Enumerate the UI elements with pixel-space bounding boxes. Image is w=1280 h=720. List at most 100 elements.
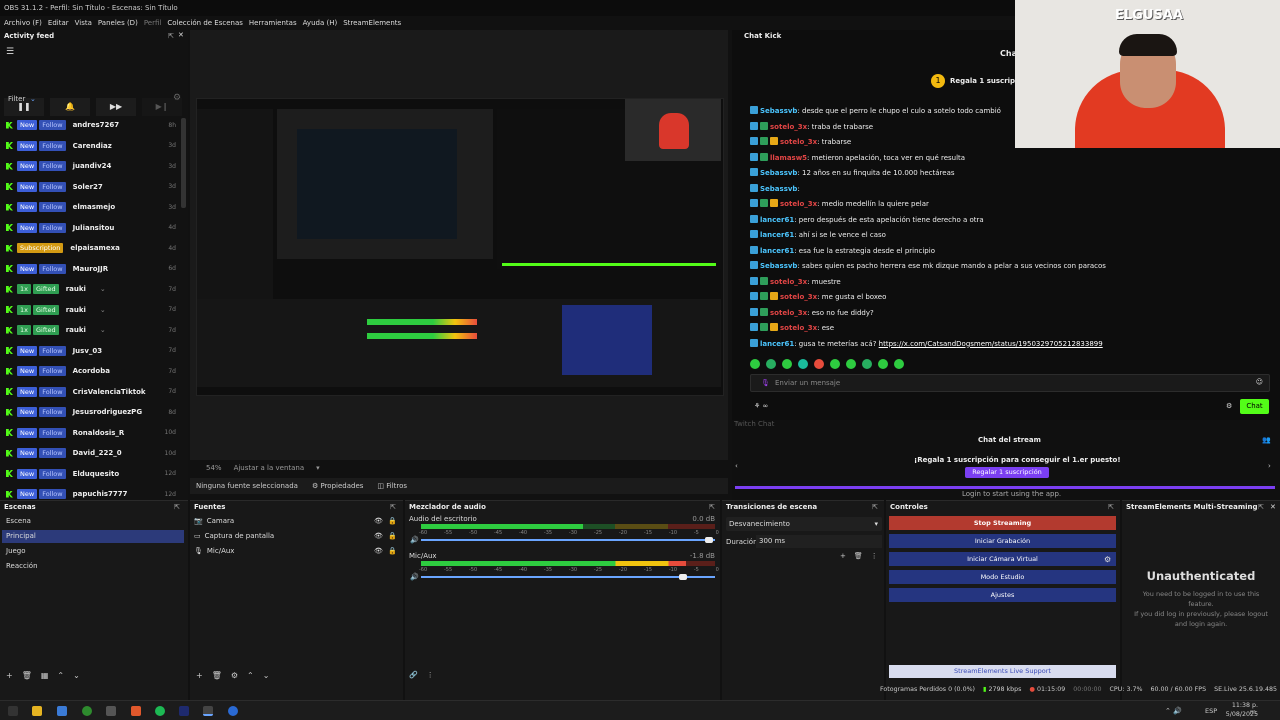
tray-icons[interactable]: ⌃ 🔊 [1165, 707, 1182, 715]
add-icon[interactable]: + [196, 671, 203, 680]
chat-username[interactable]: sotelo_3x [780, 324, 817, 332]
feed-row[interactable]: New Follow juandiv24 3d [0, 156, 178, 176]
feed-row[interactable]: Subscription elpaisamexa 4d [0, 238, 178, 258]
down-icon[interactable]: ⌄ [263, 671, 270, 680]
xbox-icon[interactable] [82, 706, 92, 716]
feed-row[interactable]: New Follow Carendiaz 3d [0, 136, 178, 156]
scene-item[interactable]: Escena [2, 515, 184, 528]
speaker-icon[interactable]: 🔊 [410, 536, 419, 544]
live-support-button[interactable]: StreamElements Live Support [889, 665, 1116, 678]
speaker-icon[interactable]: 🔊 [410, 573, 419, 581]
close-icon[interactable]: ✕ [1270, 503, 1276, 511]
more-icon[interactable]: ⋮ [427, 671, 434, 679]
link-icon[interactable]: 🔗 [409, 671, 418, 679]
add-icon[interactable]: + [840, 552, 846, 560]
emote-icon[interactable] [750, 359, 760, 369]
dock-options-icon[interactable]: ⇱ [709, 503, 715, 511]
chat-link[interactable]: https://x.com/CatsandDogsmem/status/1950… [879, 340, 1103, 348]
scene-item[interactable]: Principal [2, 530, 184, 543]
start-virtual-camera-button[interactable]: Iniciar Cámara Virtual [889, 552, 1116, 566]
chat-username[interactable]: lancer61 [760, 247, 794, 255]
up-icon[interactable]: ⌃ [57, 671, 64, 680]
menu-item[interactable]: Colección de Escenas [167, 16, 243, 30]
source-item[interactable]: 🎙 Mic/Aux 👁 🔒 [194, 545, 399, 558]
dock-options-icon[interactable]: ⇱ [1258, 503, 1264, 511]
zoom-value[interactable]: 54% [206, 464, 222, 474]
dock-options-icon[interactable]: ⇱ [390, 503, 396, 511]
snip-icon[interactable] [106, 706, 116, 716]
feed-row[interactable]: New Follow Ronaldosis_R 10d [0, 423, 178, 443]
virtual-cam-settings-icon[interactable]: ⚙ [1104, 555, 1111, 564]
lock-icon[interactable]: 🔒 [388, 530, 397, 543]
up-icon[interactable]: ⌃ [247, 671, 254, 680]
hamburger-icon[interactable]: ☰ [6, 47, 14, 57]
lock-icon[interactable]: 🔒 [388, 515, 397, 528]
spotify-icon[interactable] [155, 706, 165, 716]
chat-username[interactable]: sotelo_3x [780, 293, 817, 301]
obs-icon[interactable] [203, 706, 213, 716]
add-icon[interactable]: + [6, 671, 13, 680]
feed-row[interactable]: New Follow David_222_0 10d [0, 443, 178, 463]
chat-settings-icons[interactable]: ⚘ ∞ [754, 402, 768, 410]
emote-icon[interactable] [798, 359, 808, 369]
app-icon[interactable] [228, 706, 238, 716]
dock-options-icon[interactable]: ⇱ [1108, 503, 1114, 511]
eye-icon[interactable]: 👁 [374, 530, 383, 543]
chat-username[interactable]: Sebassvb [760, 262, 797, 270]
mute-alerts-button[interactable]: 🔔 [50, 98, 90, 116]
more-icon[interactable]: ⋮ [871, 552, 878, 560]
filter-icon[interactable]: ▦ [41, 671, 49, 680]
menu-item[interactable]: Perfil [144, 16, 162, 30]
feed-row[interactable]: 1x Gifted rauki ⌄ 7d [0, 279, 178, 299]
trash-icon[interactable]: 🗑 [22, 671, 32, 680]
volume-slider-knob[interactable] [679, 574, 687, 580]
transition-select[interactable]: Desvanecimiento ▾ [726, 517, 882, 531]
stop-streaming-button[interactable]: Stop Streaming [889, 516, 1116, 530]
chat-send-button[interactable]: Chat [1240, 399, 1269, 414]
emote-icon[interactable] [862, 359, 872, 369]
trash-icon[interactable]: 🗑 [854, 552, 863, 560]
chevron-down-icon[interactable]: ▾ [316, 464, 320, 474]
emoji-icon[interactable]: ☺ [1256, 378, 1263, 386]
brave-icon[interactable] [131, 706, 141, 716]
chevron-down-icon[interactable]: ⌄ [100, 306, 106, 314]
scene-item[interactable]: Reacción [2, 560, 184, 573]
chat-username[interactable]: lancer61 [760, 340, 794, 348]
feed-row[interactable]: New Follow elmasmejo 3d [0, 197, 178, 217]
premiere-icon[interactable] [179, 706, 189, 716]
chat-username[interactable]: lancer61 [760, 216, 794, 224]
fit-dropdown[interactable]: Ajustar a la ventana [234, 464, 305, 474]
chat-username[interactable]: Sebassvb [760, 169, 797, 177]
close-icon[interactable]: ✕ [178, 31, 184, 39]
chat-username[interactable]: Sebassvb [760, 107, 797, 115]
gear-icon[interactable]: ⚙ [1226, 402, 1232, 410]
gift-sub-button[interactable]: Regalar 1 suscripción [965, 467, 1049, 478]
menu-item[interactable]: Paneles (D) [98, 16, 138, 30]
filters-button[interactable]: ◫ Filtros [377, 482, 407, 490]
feed-scrollbar[interactable] [181, 118, 186, 208]
lock-icon[interactable]: 🔒 [388, 545, 397, 558]
eye-icon[interactable]: 👁 [374, 545, 383, 558]
chat-username[interactable]: sotelo_3x [780, 200, 817, 208]
trash-icon[interactable]: 🗑 [212, 671, 222, 680]
settings-icon[interactable]: ⚙ [173, 93, 181, 103]
next-arrow-icon[interactable]: › [1268, 462, 1271, 470]
eye-icon[interactable]: 👁 [374, 515, 383, 528]
skip-button[interactable]: ▶▶ [96, 98, 136, 116]
menu-item[interactable]: Editar [48, 16, 69, 30]
menu-item[interactable]: Ayuda (H) [303, 16, 338, 30]
volume-slider[interactable] [421, 576, 715, 578]
filter-label[interactable]: Filter [8, 95, 25, 103]
chevron-down-icon[interactable]: ⌄ [100, 326, 106, 334]
dock-options-icon[interactable]: ⇱ [872, 503, 878, 511]
scene-item[interactable]: Juego [2, 545, 184, 558]
emote-icon[interactable] [814, 359, 824, 369]
lang-indicator[interactable]: ESP [1205, 707, 1217, 715]
chat-username[interactable]: sotelo_3x [770, 278, 807, 286]
feed-row[interactable]: New Follow CrisValenciaTiktok 7d [0, 382, 178, 402]
duration-input[interactable]: 300 ms [756, 535, 882, 548]
emote-icon[interactable] [878, 359, 888, 369]
undock-icon[interactable]: ⇱ [168, 32, 174, 40]
feed-row[interactable]: 1x Gifted rauki ⌄ 7d [0, 320, 178, 340]
folder-icon[interactable] [32, 706, 42, 716]
